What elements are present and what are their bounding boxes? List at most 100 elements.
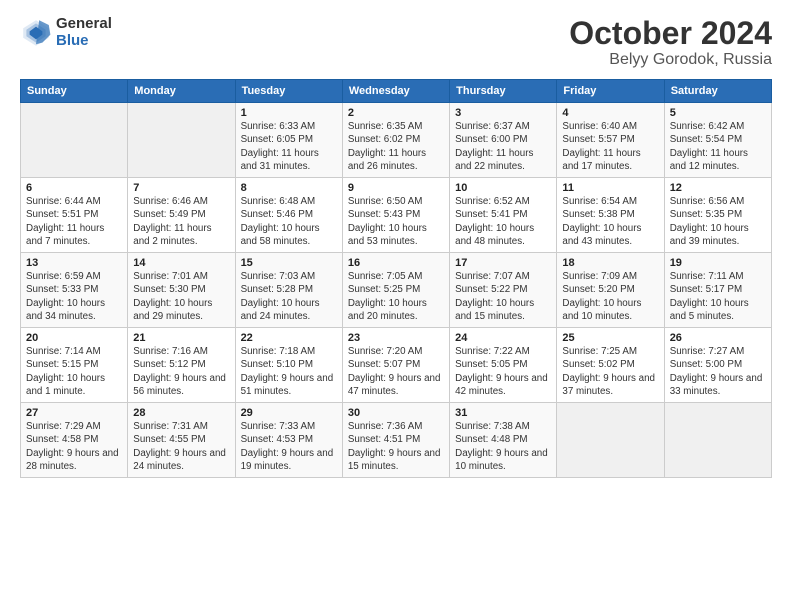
cell-info: Sunrise: 7:11 AMSunset: 5:17 PMDaylight:… [670,270,766,323]
calendar-cell: 1Sunrise: 6:33 AMSunset: 6:05 PMDaylight… [235,103,342,178]
cell-info: Sunrise: 6:40 AMSunset: 5:57 PMDaylight:… [562,120,658,173]
calendar-week-5: 27Sunrise: 7:29 AMSunset: 4:58 PMDayligh… [21,403,772,478]
cell-info: Sunrise: 7:22 AMSunset: 5:05 PMDaylight:… [455,345,551,398]
calendar-cell: 30Sunrise: 7:36 AMSunset: 4:51 PMDayligh… [342,403,449,478]
cell-info: Sunrise: 7:20 AMSunset: 5:07 PMDaylight:… [348,345,444,398]
calendar-week-3: 13Sunrise: 6:59 AMSunset: 5:33 PMDayligh… [21,253,772,328]
header-day-sunday: Sunday [21,80,128,103]
calendar-cell: 26Sunrise: 7:27 AMSunset: 5:00 PMDayligh… [664,328,771,403]
calendar-cell: 17Sunrise: 7:07 AMSunset: 5:22 PMDayligh… [450,253,557,328]
cell-day-number: 7 [133,182,229,194]
calendar-cell: 27Sunrise: 7:29 AMSunset: 4:58 PMDayligh… [21,403,128,478]
calendar-cell [21,103,128,178]
calendar-cell: 25Sunrise: 7:25 AMSunset: 5:02 PMDayligh… [557,328,664,403]
cell-info: Sunrise: 6:46 AMSunset: 5:49 PMDaylight:… [133,195,229,248]
header-row: SundayMondayTuesdayWednesdayThursdayFrid… [21,80,772,103]
cell-day-number: 9 [348,182,444,194]
cell-info: Sunrise: 6:35 AMSunset: 6:02 PMDaylight:… [348,120,444,173]
calendar-cell: 5Sunrise: 6:42 AMSunset: 5:54 PMDaylight… [664,103,771,178]
header-day-monday: Monday [128,80,235,103]
cell-info: Sunrise: 6:59 AMSunset: 5:33 PMDaylight:… [26,270,122,323]
cell-day-number: 1 [241,107,337,119]
calendar-week-2: 6Sunrise: 6:44 AMSunset: 5:51 PMDaylight… [21,178,772,253]
month-title: October 2024 [569,16,772,51]
cell-info: Sunrise: 7:38 AMSunset: 4:48 PMDaylight:… [455,420,551,473]
calendar-cell: 4Sunrise: 6:40 AMSunset: 5:57 PMDaylight… [557,103,664,178]
cell-day-number: 22 [241,332,337,344]
calendar-cell: 19Sunrise: 7:11 AMSunset: 5:17 PMDayligh… [664,253,771,328]
cell-day-number: 4 [562,107,658,119]
cell-day-number: 11 [562,182,658,194]
cell-day-number: 24 [455,332,551,344]
cell-info: Sunrise: 7:16 AMSunset: 5:12 PMDaylight:… [133,345,229,398]
calendar-cell: 8Sunrise: 6:48 AMSunset: 5:46 PMDaylight… [235,178,342,253]
cell-day-number: 10 [455,182,551,194]
logo: General Blue [20,16,112,49]
logo-icon [20,17,52,49]
calendar-week-1: 1Sunrise: 6:33 AMSunset: 6:05 PMDaylight… [21,103,772,178]
calendar-cell: 7Sunrise: 6:46 AMSunset: 5:49 PMDaylight… [128,178,235,253]
calendar-body: 1Sunrise: 6:33 AMSunset: 6:05 PMDaylight… [21,103,772,478]
calendar-cell: 13Sunrise: 6:59 AMSunset: 5:33 PMDayligh… [21,253,128,328]
cell-day-number: 29 [241,407,337,419]
cell-day-number: 25 [562,332,658,344]
cell-day-number: 19 [670,257,766,269]
calendar-table: SundayMondayTuesdayWednesdayThursdayFrid… [20,79,772,478]
cell-info: Sunrise: 6:48 AMSunset: 5:46 PMDaylight:… [241,195,337,248]
cell-info: Sunrise: 7:27 AMSunset: 5:00 PMDaylight:… [670,345,766,398]
cell-day-number: 6 [26,182,122,194]
calendar-cell: 16Sunrise: 7:05 AMSunset: 5:25 PMDayligh… [342,253,449,328]
calendar-cell: 24Sunrise: 7:22 AMSunset: 5:05 PMDayligh… [450,328,557,403]
header-day-friday: Friday [557,80,664,103]
calendar-cell: 10Sunrise: 6:52 AMSunset: 5:41 PMDayligh… [450,178,557,253]
cell-info: Sunrise: 6:44 AMSunset: 5:51 PMDaylight:… [26,195,122,248]
header-day-saturday: Saturday [664,80,771,103]
header: General Blue October 2024 Belyy Gorodok,… [20,16,772,69]
cell-info: Sunrise: 7:05 AMSunset: 5:25 PMDaylight:… [348,270,444,323]
cell-day-number: 18 [562,257,658,269]
cell-info: Sunrise: 7:25 AMSunset: 5:02 PMDaylight:… [562,345,658,398]
calendar-cell: 6Sunrise: 6:44 AMSunset: 5:51 PMDaylight… [21,178,128,253]
logo-text: General Blue [56,16,112,49]
cell-info: Sunrise: 7:31 AMSunset: 4:55 PMDaylight:… [133,420,229,473]
page: General Blue October 2024 Belyy Gorodok,… [0,0,792,494]
cell-day-number: 17 [455,257,551,269]
cell-info: Sunrise: 7:01 AMSunset: 5:30 PMDaylight:… [133,270,229,323]
cell-day-number: 5 [670,107,766,119]
logo-general-text: General [56,16,112,33]
cell-day-number: 15 [241,257,337,269]
cell-day-number: 2 [348,107,444,119]
cell-info: Sunrise: 7:14 AMSunset: 5:15 PMDaylight:… [26,345,122,398]
cell-day-number: 13 [26,257,122,269]
calendar-cell: 18Sunrise: 7:09 AMSunset: 5:20 PMDayligh… [557,253,664,328]
cell-info: Sunrise: 6:52 AMSunset: 5:41 PMDaylight:… [455,195,551,248]
calendar-cell: 11Sunrise: 6:54 AMSunset: 5:38 PMDayligh… [557,178,664,253]
cell-day-number: 26 [670,332,766,344]
calendar-cell: 3Sunrise: 6:37 AMSunset: 6:00 PMDaylight… [450,103,557,178]
cell-day-number: 31 [455,407,551,419]
cell-info: Sunrise: 7:07 AMSunset: 5:22 PMDaylight:… [455,270,551,323]
cell-info: Sunrise: 6:54 AMSunset: 5:38 PMDaylight:… [562,195,658,248]
calendar-cell: 15Sunrise: 7:03 AMSunset: 5:28 PMDayligh… [235,253,342,328]
calendar-cell: 2Sunrise: 6:35 AMSunset: 6:02 PMDaylight… [342,103,449,178]
calendar-cell: 9Sunrise: 6:50 AMSunset: 5:43 PMDaylight… [342,178,449,253]
cell-info: Sunrise: 7:18 AMSunset: 5:10 PMDaylight:… [241,345,337,398]
calendar-cell: 28Sunrise: 7:31 AMSunset: 4:55 PMDayligh… [128,403,235,478]
calendar-cell: 14Sunrise: 7:01 AMSunset: 5:30 PMDayligh… [128,253,235,328]
calendar-cell: 23Sunrise: 7:20 AMSunset: 5:07 PMDayligh… [342,328,449,403]
cell-day-number: 28 [133,407,229,419]
cell-day-number: 8 [241,182,337,194]
header-day-thursday: Thursday [450,80,557,103]
cell-info: Sunrise: 7:03 AMSunset: 5:28 PMDaylight:… [241,270,337,323]
cell-info: Sunrise: 7:09 AMSunset: 5:20 PMDaylight:… [562,270,658,323]
calendar-cell [128,103,235,178]
cell-day-number: 23 [348,332,444,344]
cell-info: Sunrise: 6:50 AMSunset: 5:43 PMDaylight:… [348,195,444,248]
cell-day-number: 16 [348,257,444,269]
calendar-cell: 20Sunrise: 7:14 AMSunset: 5:15 PMDayligh… [21,328,128,403]
calendar-cell: 21Sunrise: 7:16 AMSunset: 5:12 PMDayligh… [128,328,235,403]
cell-info: Sunrise: 6:56 AMSunset: 5:35 PMDaylight:… [670,195,766,248]
location-title: Belyy Gorodok, Russia [569,51,772,69]
cell-info: Sunrise: 7:36 AMSunset: 4:51 PMDaylight:… [348,420,444,473]
cell-day-number: 21 [133,332,229,344]
